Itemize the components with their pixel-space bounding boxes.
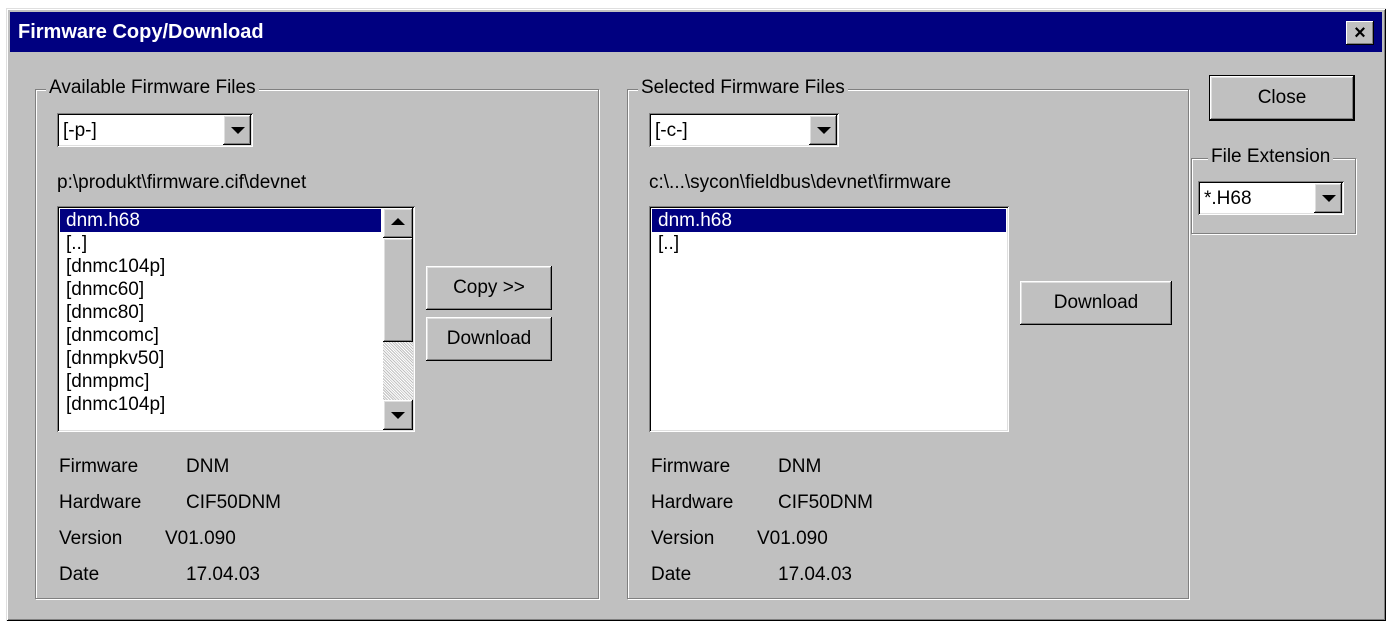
selected-path: c:\...\sycon\fieldbus\devnet\firmware: [649, 172, 952, 193]
available-file-item[interactable]: dnm.h68: [60, 209, 381, 232]
available-info-row: Version V01.090: [59, 528, 359, 564]
selected-file-item[interactable]: dnm.h68: [652, 209, 1006, 232]
selected-info-value: 17.04.03: [778, 564, 852, 585]
selected-info-row: Hardware CIF50DNM: [651, 492, 951, 528]
file-extension-label: File Extension: [1208, 146, 1334, 168]
available-path: p:\produkt\firmware.cif\devnet: [57, 172, 307, 193]
close-button[interactable]: Close: [1210, 76, 1354, 120]
available-file-item[interactable]: [dnmcomc]: [60, 324, 381, 347]
selected-info-row: Version V01.090: [651, 528, 951, 564]
dropdown-arrow-icon[interactable]: [223, 115, 251, 145]
title-bar: Firmware Copy/Download ×: [10, 12, 1382, 52]
window-title: Firmware Copy/Download: [18, 21, 264, 43]
download-right-label: Download: [1053, 292, 1139, 313]
scroll-up-icon[interactable]: [383, 208, 413, 238]
available-files-scrollbar[interactable]: [383, 208, 413, 430]
available-info-row: Hardware CIF50DNM: [59, 492, 359, 528]
selected-firmware-label: Selected Firmware Files: [638, 77, 848, 99]
scroll-down-icon[interactable]: [383, 400, 413, 430]
dropdown-arrow-icon[interactable]: [809, 115, 837, 145]
download-left-button[interactable]: Download: [426, 317, 552, 361]
available-drive-select[interactable]: [-p-]: [57, 113, 253, 147]
available-file-item[interactable]: [..]: [60, 232, 381, 255]
selected-info-value: CIF50DNM: [778, 492, 874, 513]
file-extension-value: *.H68: [1204, 188, 1252, 209]
available-file-item[interactable]: [dnmc104p]: [60, 393, 381, 416]
file-extension-select[interactable]: *.H68: [1198, 181, 1344, 215]
available-firmware-info: Firmware DNM Hardware CIF50DNM Version V01.09…: [59, 456, 359, 600]
selected-info-key: Date: [651, 564, 692, 585]
available-info-value: CIF50DNM: [186, 492, 282, 513]
available-info-key: Date: [59, 564, 100, 585]
available-info-value: V01.090: [165, 528, 236, 549]
available-info-row: Firmware DNM: [59, 456, 359, 492]
selected-info-key: Hardware: [651, 492, 734, 513]
available-info-key: Version: [59, 528, 123, 549]
download-left-label: Download: [446, 328, 532, 349]
available-file-item[interactable]: [dnmpkv50]: [60, 347, 381, 370]
available-info-key: Firmware: [59, 456, 139, 477]
selected-info-value: DNM: [778, 456, 822, 477]
close-button-label: Close: [1257, 87, 1307, 108]
selected-file-item[interactable]: [..]: [652, 232, 1006, 255]
available-file-item[interactable]: [dnmc80]: [60, 301, 381, 324]
available-info-row: Date 17.04.03: [59, 564, 359, 600]
close-icon[interactable]: ×: [1346, 21, 1374, 45]
selected-files-list[interactable]: dnm.h68 [..]: [649, 206, 1009, 432]
available-info-value: 17.04.03: [186, 564, 260, 585]
available-file-item[interactable]: [dnmc60]: [60, 278, 381, 301]
available-file-item[interactable]: [dnmpmc]: [60, 370, 381, 393]
available-files-list[interactable]: dnm.h68 [..] [dnmc104p] [dnmc60] [dnmc80] [dn…: [57, 206, 415, 432]
selected-firmware-info: Firmware DNM Hardware CIF50DNM Version V01.09…: [651, 456, 951, 600]
selected-info-row: Firmware DNM: [651, 456, 951, 492]
selected-firmware-group: Selected Firmware Files [-c-] c:\...\syc…: [627, 77, 1189, 600]
selected-info-key: Version: [651, 528, 715, 549]
available-file-item[interactable]: [dnmc104p]: [60, 255, 381, 278]
available-firmware-label: Available Firmware Files: [46, 77, 259, 99]
available-info-value: DNM: [186, 456, 230, 477]
selected-drive-value: [-c-]: [655, 120, 688, 141]
copy-button-label: Copy >>: [453, 277, 525, 298]
available-drive-value: [-p-]: [63, 120, 97, 141]
selected-info-value: V01.090: [757, 528, 828, 549]
firmware-dialog: Firmware Copy/Download × Available Firmw…: [6, 8, 1386, 621]
available-info-key: Hardware: [59, 492, 142, 513]
selected-info-key: Firmware: [651, 456, 731, 477]
file-extension-group: File Extension *.H68: [1191, 146, 1356, 234]
dropdown-arrow-icon[interactable]: [1314, 183, 1342, 213]
scroll-thumb[interactable]: [383, 238, 413, 342]
download-right-button[interactable]: Download: [1020, 281, 1172, 325]
copy-button[interactable]: Copy >>: [426, 266, 552, 310]
selected-drive-select[interactable]: [-c-]: [649, 113, 839, 147]
selected-info-row: Date 17.04.03: [651, 564, 951, 600]
